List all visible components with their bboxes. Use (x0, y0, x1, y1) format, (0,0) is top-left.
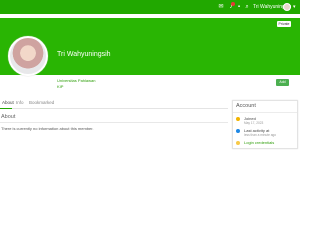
profile-tabs: About Info Bookmarked (0, 99, 228, 109)
clock-icon (236, 129, 240, 133)
active-tab-indicator (0, 108, 12, 109)
topbar-avatar[interactable] (283, 3, 291, 11)
profile-info-strip (0, 75, 300, 95)
about-heading: About (1, 114, 16, 120)
chat-icon[interactable]: ▪ (236, 4, 242, 10)
mail-icon[interactable]: ✉ (218, 4, 224, 10)
profile-avatar[interactable] (8, 36, 48, 76)
divider (0, 122, 228, 123)
profile-name: Tri Wahyuningsih (57, 51, 111, 58)
profile-university[interactable]: Universitas Pahlawan (57, 78, 95, 83)
chevron-down-icon[interactable]: ▾ (293, 5, 296, 10)
login-credentials-link[interactable]: Login credentials (244, 140, 274, 145)
about-empty-message: There is currently no information about … (1, 126, 94, 131)
account-heading: Account (236, 103, 256, 109)
notification-badge (231, 2, 235, 6)
tab-info[interactable]: Info (16, 100, 24, 106)
profile-role[interactable]: KIP (57, 84, 63, 89)
key-icon (236, 141, 240, 145)
tab-about[interactable]: About (2, 100, 14, 106)
top-navigation-bar: ✉ ♪ ▪ ⌕ Tri Wahyuningsih ▾ (0, 0, 300, 14)
calendar-icon (236, 117, 240, 121)
joined-date: May 17, 2023 (244, 121, 264, 125)
add-button[interactable]: Add (276, 79, 289, 86)
divider (233, 112, 297, 113)
private-button[interactable]: Private (277, 21, 291, 27)
tab-bookmarked[interactable]: Bookmarked (29, 100, 54, 106)
account-card: Account Joined May 17, 2023 Last activit… (232, 100, 298, 149)
last-activity-value: less than a minute ago (244, 133, 277, 137)
search-icon[interactable]: ⌕ (244, 4, 250, 10)
